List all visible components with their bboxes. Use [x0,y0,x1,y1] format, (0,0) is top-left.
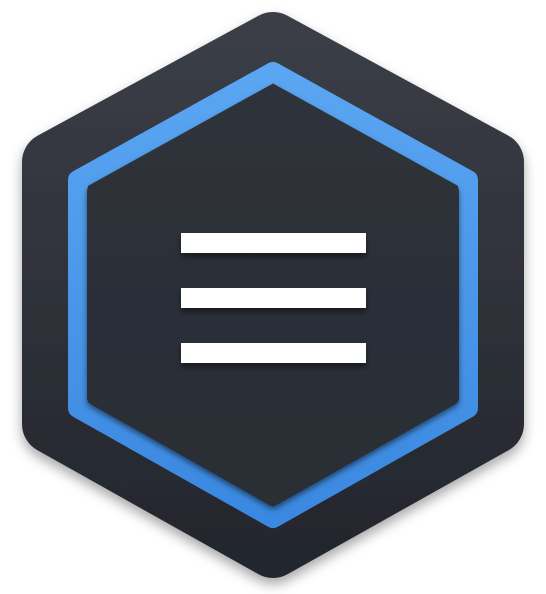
app-icon-canvas [0,0,546,594]
menu-bar-middle [181,288,366,308]
hamburger-menu-icon [181,233,366,363]
menu-bar-top [181,233,366,253]
menu-bar-bottom [181,343,366,363]
hexagon-menu-icon [22,12,524,578]
